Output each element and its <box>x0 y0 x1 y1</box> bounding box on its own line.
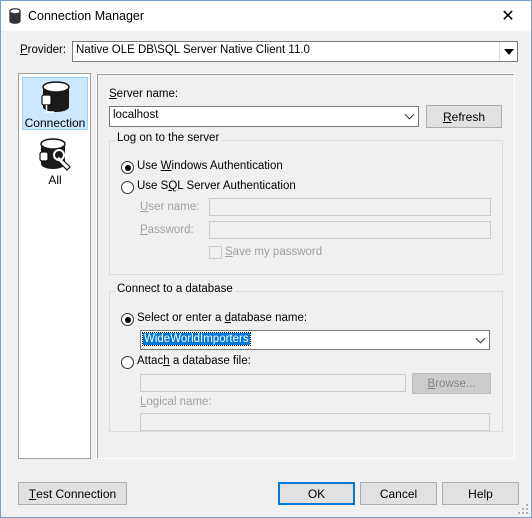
server-dropdown-arrow[interactable] <box>400 107 418 126</box>
attach-file-label[interactable]: Attach a database file: <box>137 355 251 367</box>
user-name-label: User name: <box>140 201 200 213</box>
browse-button[interactable]: Browse... <box>412 373 491 394</box>
cancel-button[interactable]: Cancel <box>360 482 437 505</box>
database-settings-icon <box>39 138 71 171</box>
ok-button[interactable]: OK <box>278 482 355 505</box>
logon-group: Log on to the server Use Windows Authent… <box>109 132 503 275</box>
save-password-checkbox[interactable] <box>209 246 222 259</box>
close-icon: ✕ <box>501 8 515 25</box>
logon-group-title: Log on to the server <box>115 132 222 144</box>
database-name-value: WideWorldImporters <box>142 332 251 346</box>
resize-grip-icon[interactable] <box>517 503 529 515</box>
database-plug-icon <box>41 81 70 113</box>
provider-dropdown[interactable]: Native OLE DB\SQL Server Native Client 1… <box>72 41 518 62</box>
database-icon <box>9 8 21 24</box>
page-all[interactable]: All <box>22 136 88 188</box>
provider-dropdown-arrow[interactable] <box>499 42 517 61</box>
title-bar[interactable]: Connection Manager ✕ <box>1 1 531 31</box>
windows-auth-radio[interactable] <box>121 161 134 174</box>
user-name-input[interactable] <box>209 198 491 216</box>
help-button[interactable]: Help <box>442 482 519 505</box>
server-name-label: Server name: <box>109 88 179 100</box>
page-selector: Connection All <box>18 73 91 459</box>
server-name-value: localhost <box>113 109 159 121</box>
database-group: Connect to a database Select or enter a … <box>109 283 503 432</box>
select-database-label[interactable]: Select or enter a database name: <box>137 312 307 324</box>
database-group-title: Connect to a database <box>115 283 235 295</box>
server-name-combobox[interactable]: localhost <box>109 106 419 127</box>
attach-file-radio[interactable] <box>121 356 134 369</box>
logical-name-input[interactable] <box>140 413 490 431</box>
password-label: Password: <box>140 224 194 236</box>
window-title: Connection Manager <box>28 9 145 23</box>
sql-auth-label[interactable]: Use SQL Server Authentication <box>137 180 296 192</box>
content-panel: Server name: localhost Refresh Log on to… <box>96 73 515 459</box>
database-dropdown-arrow[interactable] <box>471 331 489 349</box>
page-connection-label: Connection <box>24 116 86 130</box>
database-name-combobox[interactable]: WideWorldImporters <box>140 330 490 350</box>
password-input[interactable] <box>209 221 491 239</box>
windows-auth-label[interactable]: Use Windows Authentication <box>137 160 283 172</box>
test-connection-button[interactable]: Test Connection <box>18 482 127 505</box>
page-connection[interactable]: Connection <box>22 77 88 130</box>
dropdown-arrow-icon <box>503 48 514 55</box>
select-database-radio[interactable] <box>121 313 134 326</box>
provider-value: Native OLE DB\SQL Server Native Client 1… <box>76 44 310 56</box>
page-all-label: All <box>48 173 62 187</box>
provider-label: Provider: <box>20 44 67 56</box>
logical-name-label: Logical name: <box>140 396 212 408</box>
attach-file-input[interactable] <box>140 374 406 392</box>
sql-auth-radio[interactable] <box>121 181 134 194</box>
save-password-label[interactable]: Save my password <box>225 246 322 258</box>
close-button[interactable]: ✕ <box>485 1 531 31</box>
connection-manager-dialog: Connection Manager ✕ Provider: Native OL… <box>0 0 532 518</box>
refresh-button[interactable]: Refresh <box>426 105 502 128</box>
chevron-down-icon <box>404 109 414 120</box>
chevron-down-icon <box>475 333 485 343</box>
